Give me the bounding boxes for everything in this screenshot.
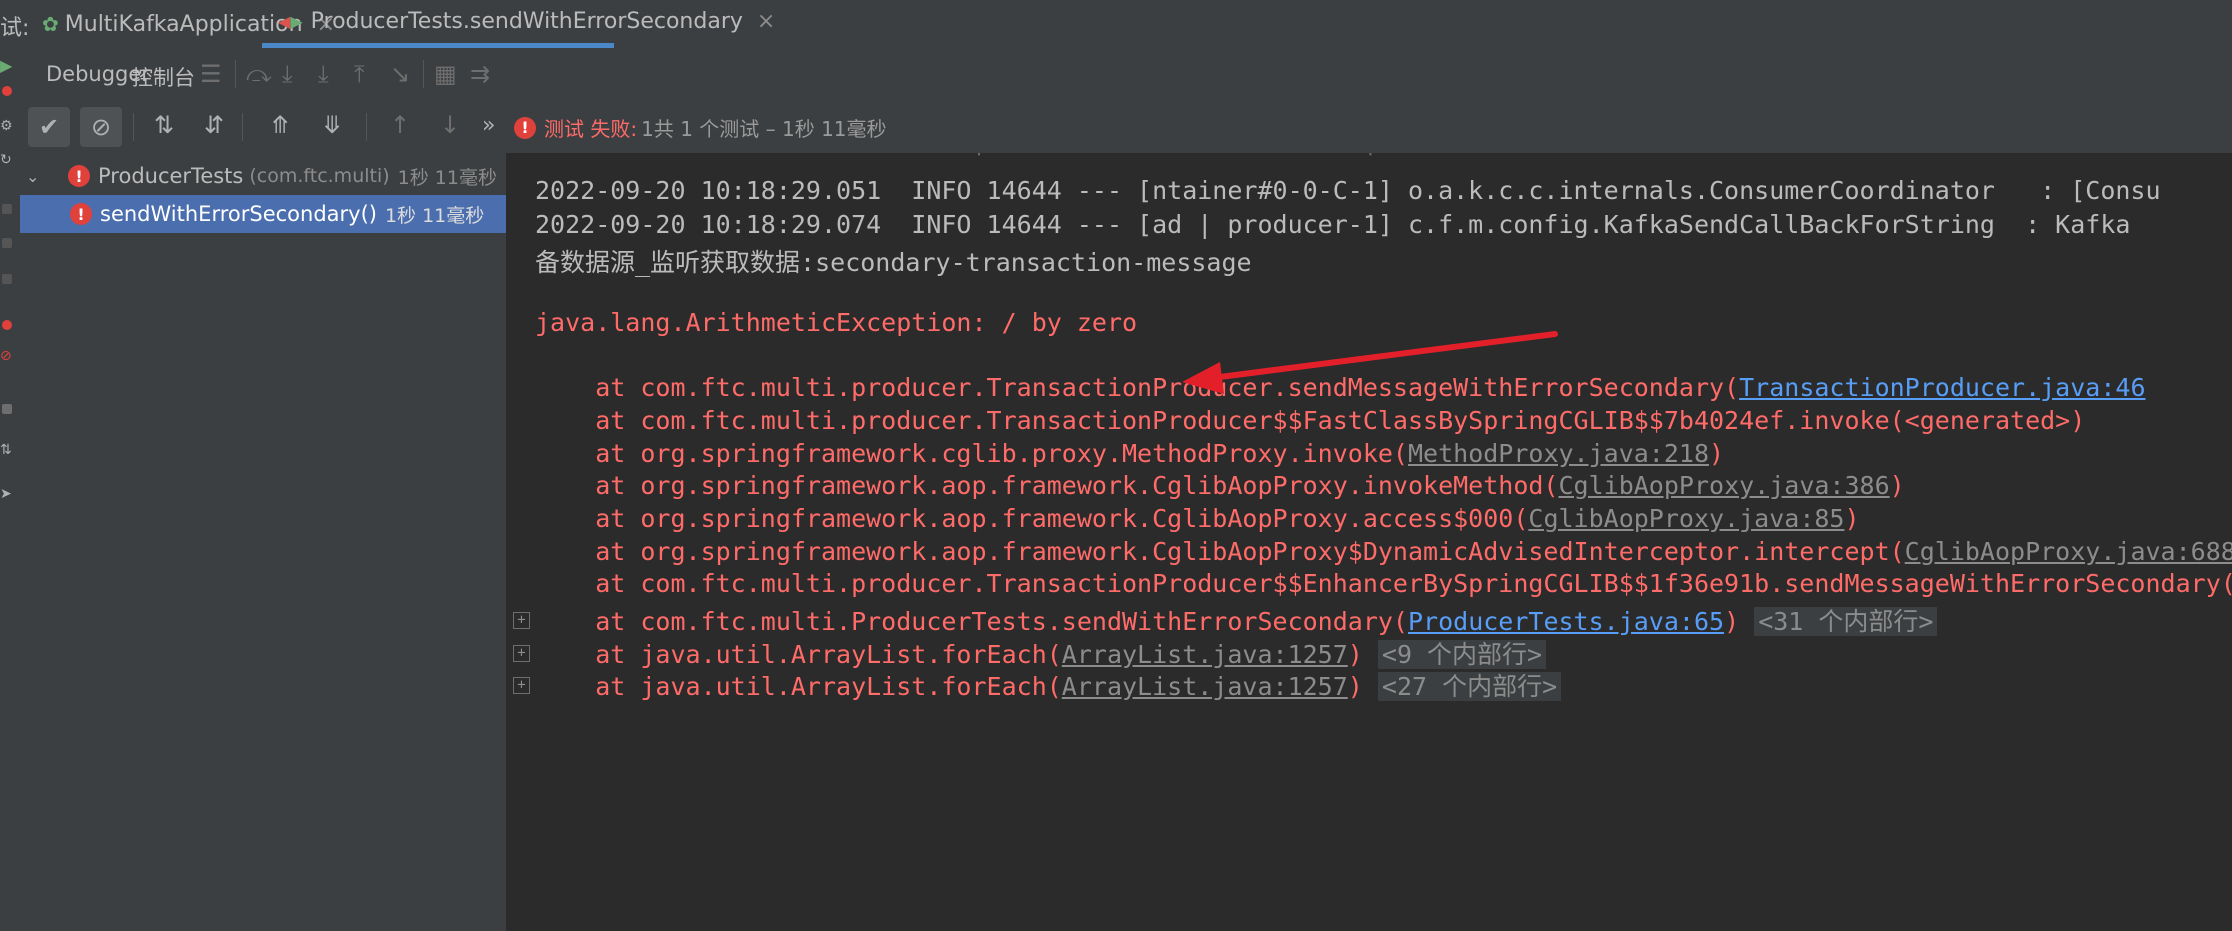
run-tab-bar: 试: ✿ MultiKafkaApplication × ◀▶ Producer… xyxy=(0,0,2232,49)
sort-duration-icon[interactable]: ⇵ xyxy=(204,111,224,139)
test-toolbar: ✔ ⊘ ⇅ ⇵ ⤊ ⤋ ↑ ↓ » ! 测试 失败: 1共 1 个测试 – 1秒… xyxy=(20,101,2232,154)
arrow-head xyxy=(1182,362,1224,394)
trace-icon[interactable]: ⇉ xyxy=(470,60,490,88)
source-link[interactable]: MethodProxy.java:218 xyxy=(1408,439,1709,468)
ignored-icon: ⊘ xyxy=(90,113,112,141)
previous-failed-icon[interactable]: ↑ xyxy=(390,111,410,139)
more-icon[interactable]: » xyxy=(482,113,495,138)
info-line: 备数据源_监听获取数据:secondary-transaction-messag… xyxy=(535,248,1252,277)
stack-line: at java.util.ArrayList.forEach(ArrayList… xyxy=(535,667,1562,703)
method-name: sendWithErrorSecondary() xyxy=(100,202,377,226)
source-link[interactable]: CglibAopProxy.java:85 xyxy=(1528,504,1844,533)
log-line: 2022-09-20 10:18:29.051 INFO 14644 --- [… xyxy=(535,176,2161,205)
close-icon[interactable]: × xyxy=(757,9,775,34)
test-config-icon: ◀▶ xyxy=(278,12,303,31)
sort-alpha-icon[interactable]: ⇅ xyxy=(154,111,174,139)
exception-line: java.lang.ArithmeticException: / by zero xyxy=(535,308,1138,337)
annotation-arrow xyxy=(1182,331,1558,394)
expand-all-icon[interactable]: ⤊ xyxy=(270,111,290,139)
source-link[interactable]: TransactionProducer.java:46 xyxy=(1739,373,2145,402)
separator xyxy=(235,60,236,88)
pin-icon[interactable]: ➤ xyxy=(0,486,12,502)
folded-lines[interactable]: <31 个内部行> xyxy=(1754,607,1938,636)
spring-boot-icon: ✿ xyxy=(42,12,59,36)
frames-icon[interactable] xyxy=(2,274,12,284)
step-over-icon[interactable]: ⤼ xyxy=(246,60,272,88)
expand-fold-icon[interactable]: + xyxy=(513,645,530,662)
left-tool-strip: ▶ ⚙ ↻ ⊘ ⇅ ➤ xyxy=(0,48,21,931)
separator xyxy=(133,113,134,141)
evaluate-icon[interactable]: ▦ xyxy=(434,60,457,88)
folded-lines[interactable]: <9 个内部行> xyxy=(1377,640,1547,669)
console-output[interactable]: ╵ ╵ ╵ 2022-09-20 10:18:29.051 INFO 14644… xyxy=(508,153,2232,931)
class-name: ProducerTests xyxy=(98,164,244,188)
stack-line: at com.ftc.multi.ProducerTests.sendWithE… xyxy=(535,602,1938,638)
error-icon: ! xyxy=(68,165,90,187)
collapse-all-icon[interactable]: ⤋ xyxy=(322,111,342,139)
menu-icon[interactable]: ☰ xyxy=(200,60,222,88)
debug-tab-row: Debugger 控制台 ☰ ⤼ ⤓ ⤓ ⤒ ↘ ▦ ⇉ xyxy=(20,48,2232,106)
stop-all-icon[interactable] xyxy=(2,404,12,414)
package-name: (com.ftc.multi) xyxy=(249,165,390,187)
stack-line: at org.springframework.aop.framework.Cgl… xyxy=(535,504,1860,533)
show-passed-button[interactable]: ✔ xyxy=(28,107,70,147)
layout-icon[interactable]: ⇅ xyxy=(0,442,12,458)
stack-line: at org.springframework.aop.framework.Cgl… xyxy=(535,537,2232,566)
step-out-icon[interactable]: ⤒ xyxy=(354,60,365,88)
restore-icon[interactable]: ↻ xyxy=(0,152,12,168)
tab-console[interactable]: 控制台 xyxy=(116,62,211,106)
status-detail: 1共 1 个测试 – 1秒 11毫秒 xyxy=(641,117,887,141)
pause-icon[interactable] xyxy=(2,204,12,214)
duration: 1秒 11毫秒 xyxy=(397,166,497,189)
status-prefix: 测试 失败: xyxy=(544,117,638,141)
folded-lines[interactable]: <27 个内部行> xyxy=(1377,672,1562,701)
expand-fold-icon[interactable]: + xyxy=(513,677,530,694)
log-line: 2022-09-20 10:18:29.074 INFO 14644 --- [… xyxy=(535,210,2131,239)
duration: 1秒 11毫秒 xyxy=(384,204,485,227)
arrow-shaft xyxy=(1209,331,1558,381)
test-tree: ⌄ ! ProducerTests (com.ftc.multi) 1秒 11毫… xyxy=(20,153,507,931)
stack-line: at java.util.ArrayList.forEach(ArrayList… xyxy=(535,635,1547,671)
separator xyxy=(423,60,424,88)
settings-icon[interactable]: ⚙ xyxy=(0,118,13,134)
source-link[interactable]: CglibAopProxy.java:688 xyxy=(1905,537,2232,566)
run-to-cursor-icon[interactable]: ↘ xyxy=(390,60,410,88)
source-link[interactable]: ArrayList.java:1257 xyxy=(1062,672,1348,701)
source-link[interactable]: CglibAopProxy.java:386 xyxy=(1559,471,1890,500)
breakpoints-icon[interactable] xyxy=(2,320,12,330)
run-label: 试: xyxy=(0,16,30,41)
test-status: ! 测试 失败: 1共 1 个测试 – 1秒 11毫秒 xyxy=(514,113,887,142)
chevron-down-icon[interactable]: ⌄ xyxy=(26,167,46,186)
error-icon: ! xyxy=(514,116,536,139)
step-icon[interactable] xyxy=(2,238,12,248)
stack-line: at com.ftc.multi.producer.TransactionPro… xyxy=(535,406,2086,435)
step-into-icon[interactable]: ⤓ xyxy=(282,60,293,88)
separator xyxy=(366,113,367,141)
force-step-into-icon[interactable]: ⤓ xyxy=(318,60,329,88)
stack-line: at com.ftc.multi.producer.TransactionPro… xyxy=(535,569,2232,598)
tab-producer-tests[interactable]: ◀▶ ProducerTests.sendWithErrorSecondary … xyxy=(262,0,775,48)
stack-line: at org.springframework.aop.framework.Cgl… xyxy=(535,471,1905,500)
error-icon: ! xyxy=(70,203,92,225)
next-failed-icon[interactable]: ↓ xyxy=(440,111,460,139)
tab-label: ProducerTests.sendWithErrorSecondary xyxy=(310,9,743,34)
stop-icon[interactable] xyxy=(2,86,12,96)
expand-fold-icon[interactable]: + xyxy=(513,612,530,629)
check-icon: ✔ xyxy=(38,113,60,141)
rerun-icon[interactable]: ▶ xyxy=(0,56,12,75)
separator xyxy=(242,113,243,141)
source-link[interactable]: ArrayList.java:1257 xyxy=(1062,640,1348,669)
mute-breakpoints-icon[interactable]: ⊘ xyxy=(0,348,12,364)
tree-row-producer-tests[interactable]: ⌄ ! ProducerTests (com.ftc.multi) 1秒 11毫… xyxy=(20,157,506,195)
console-partial-line: ╵ ╵ ╵ xyxy=(535,153,2232,170)
tree-row-send-with-error-secondary[interactable]: ! sendWithErrorSecondary() 1秒 11毫秒 xyxy=(20,195,506,233)
show-ignored-button[interactable]: ⊘ xyxy=(80,107,122,147)
stack-line: at org.springframework.cglib.proxy.Metho… xyxy=(535,439,1725,468)
source-link[interactable]: ProducerTests.java:65 xyxy=(1408,607,1724,636)
